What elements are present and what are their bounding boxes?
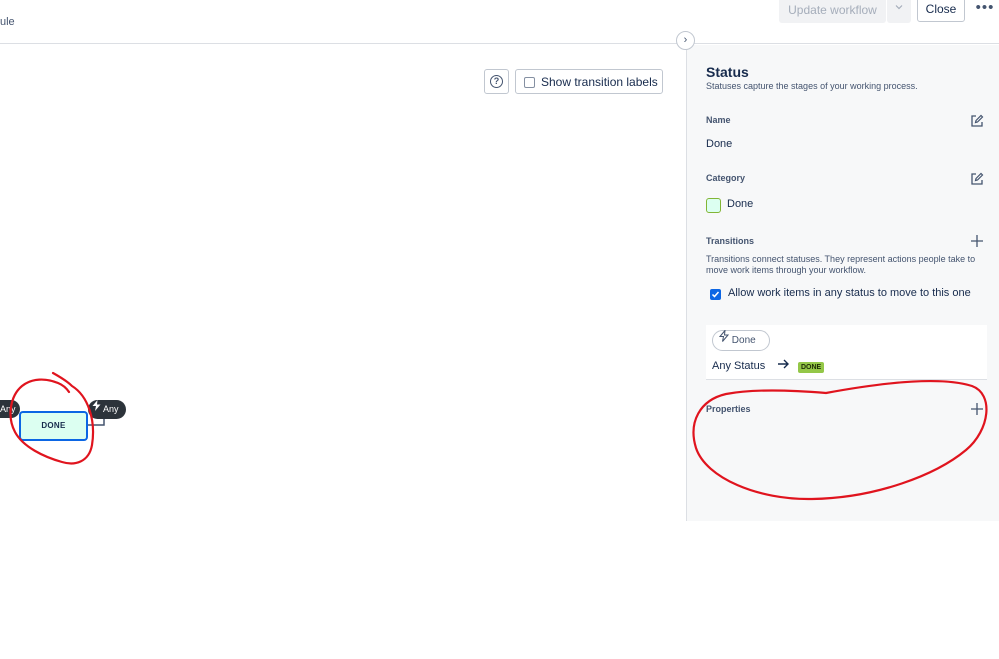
chevron-right-icon: › bbox=[683, 34, 688, 46]
any-pill-label: Any bbox=[103, 404, 119, 414]
update-workflow-button[interactable]: Update workflow bbox=[779, 0, 886, 23]
name-label: Name bbox=[706, 115, 731, 125]
workflow-editor: ule Update workflow Close ••• ? Show tra… bbox=[0, 0, 999, 659]
allow-any-checkbox[interactable] bbox=[710, 289, 721, 300]
show-labels-checkbox[interactable] bbox=[524, 77, 535, 88]
transition-name: Done bbox=[731, 335, 756, 346]
show-labels-text: Show transition labels bbox=[541, 75, 658, 89]
any-transition-pill[interactable]: Any bbox=[88, 400, 126, 419]
plus-icon[interactable] bbox=[971, 403, 983, 418]
top-bar: ule Update workflow Close ••• bbox=[0, 0, 999, 44]
lightning-icon bbox=[718, 328, 730, 349]
transition-card[interactable]: Done Any Status DONE bbox=[706, 325, 987, 380]
chevron-down-icon bbox=[894, 4, 904, 15]
transitions-label: Transitions bbox=[706, 236, 755, 246]
help-icon: ? bbox=[490, 75, 503, 88]
more-icon[interactable]: ••• bbox=[974, 0, 996, 20]
workflow-canvas[interactable]: ? Show transition labels Any DONE Any bbox=[0, 45, 686, 521]
transition-name-chip[interactable]: Done bbox=[712, 328, 770, 351]
close-button[interactable]: Close bbox=[917, 0, 965, 22]
name-value: Done bbox=[706, 138, 733, 150]
collapse-panel-button[interactable]: › bbox=[676, 31, 695, 50]
status-node-done[interactable]: DONE bbox=[19, 411, 88, 441]
category-value: Done bbox=[727, 198, 754, 210]
plus-icon[interactable] bbox=[971, 235, 983, 250]
panel-subtitle: Statuses capture the stages of your work… bbox=[706, 81, 918, 91]
properties-label: Properties bbox=[706, 404, 751, 414]
transition-from: Any Status bbox=[712, 360, 766, 372]
transition-to-lozenge: DONE bbox=[798, 362, 825, 373]
incoming-transition-pill[interactable]: Any bbox=[0, 400, 20, 418]
allow-any-label: Allow work items in any status to move t… bbox=[728, 287, 971, 299]
breadcrumb[interactable]: ule bbox=[0, 16, 15, 28]
category-label: Category bbox=[706, 173, 746, 183]
edit-icon[interactable] bbox=[970, 172, 984, 186]
transitions-description: Transitions connect statuses. They repre… bbox=[706, 254, 976, 275]
arrow-right-icon bbox=[777, 358, 790, 373]
category-color-swatch bbox=[706, 198, 721, 213]
status-details-panel: Status Statuses capture the stages of yo… bbox=[686, 45, 999, 521]
panel-title: Status bbox=[706, 64, 749, 80]
edit-icon[interactable] bbox=[970, 114, 984, 128]
show-transition-labels-toggle[interactable]: Show transition labels bbox=[515, 69, 663, 94]
lightning-icon bbox=[92, 399, 101, 418]
update-options-button[interactable] bbox=[887, 0, 911, 23]
help-button[interactable]: ? bbox=[484, 69, 509, 94]
check-icon bbox=[711, 291, 720, 298]
